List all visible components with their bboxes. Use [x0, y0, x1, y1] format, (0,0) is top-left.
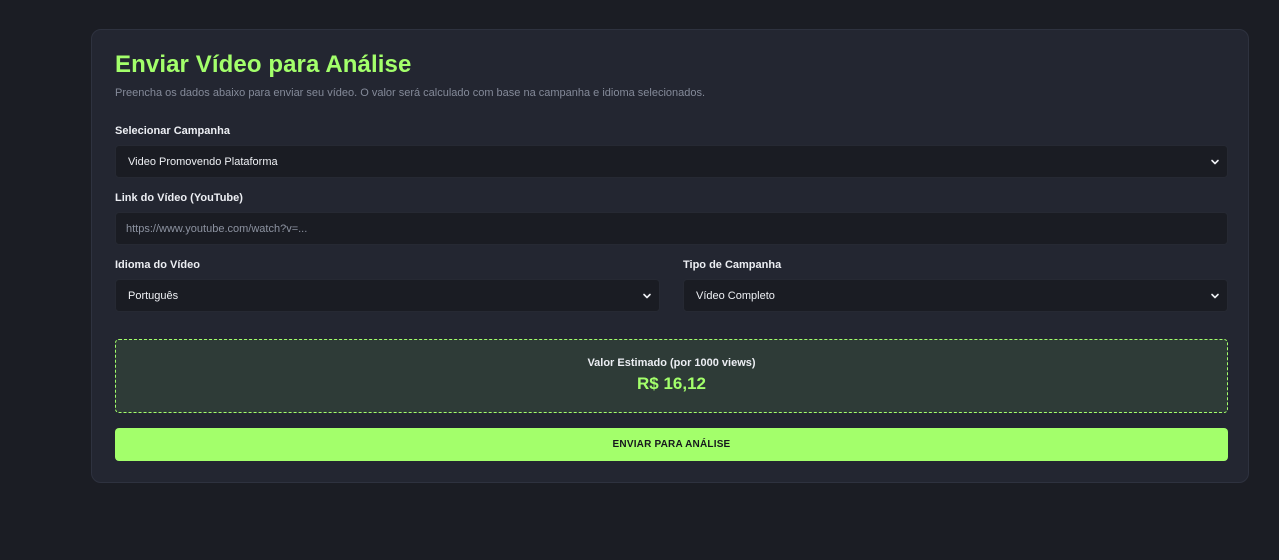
video-link-placeholder: https://www.youtube.com/watch?v=... — [126, 222, 308, 235]
estimate-value: R$ 16,12 — [637, 374, 706, 393]
campaign-type-select-value: Vídeo Completo — [696, 289, 775, 302]
page-subtitle: Preencha os dados abaixo para enviar seu… — [115, 87, 706, 99]
chevron-down-icon — [1211, 159, 1219, 164]
submit-video-card: Enviar Vídeo para Análise Preencha os da… — [91, 29, 1249, 483]
chevron-down-icon — [1211, 293, 1219, 298]
campaign-select[interactable]: Video Promovendo Plataforma — [115, 145, 1228, 178]
campaign-type-label: Tipo de Campanha — [683, 259, 782, 271]
campaign-label: Selecionar Campanha — [115, 125, 230, 137]
estimate-box: Valor Estimado (por 1000 views) R$ 16,12 — [115, 339, 1228, 413]
estimate-label: Valor Estimado (por 1000 views) — [587, 357, 756, 369]
submit-for-analysis-button[interactable]: ENVIAR PARA ANÁLISE — [115, 428, 1228, 461]
video-link-label: Link do Vídeo (YouTube) — [115, 192, 243, 204]
campaign-select-value: Video Promovendo Plataforma — [128, 155, 278, 168]
language-label: Idioma do Vídeo — [115, 259, 200, 271]
campaign-type-select[interactable]: Vídeo Completo — [683, 279, 1228, 312]
chevron-down-icon — [643, 293, 651, 298]
video-link-input[interactable]: https://www.youtube.com/watch?v=... — [115, 212, 1228, 245]
page-title: Enviar Vídeo para Análise — [115, 51, 412, 78]
language-select[interactable]: Português — [115, 279, 660, 312]
language-select-value: Português — [128, 289, 179, 302]
